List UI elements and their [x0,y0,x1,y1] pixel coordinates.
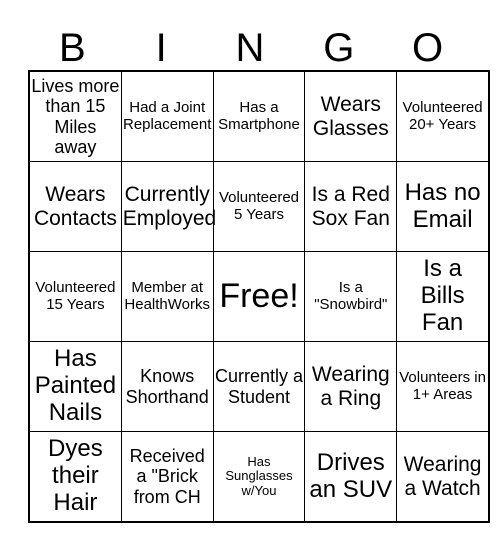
bingo-square-o3[interactable]: Is a Bills Fan [396,251,490,342]
bingo-card: B I N G O Lives more than 15 Miles away … [28,18,490,523]
bingo-header: B I N G O [28,18,472,70]
bingo-square-i2[interactable]: Currently Employed [120,161,216,252]
bingo-grid: Lives more than 15 Miles away Had a Join… [28,70,490,523]
bingo-square-g5[interactable]: Drives an SUV [304,431,398,523]
bingo-square-n2[interactable]: Volunteered 5 Years [212,161,306,252]
bingo-square-g2[interactable]: Is a Red Sox Fan [304,161,398,252]
header-letter-i: I [155,26,167,70]
bingo-square-i3[interactable]: Member at HealthWorks [120,251,214,342]
header-letter-g: G [323,26,355,70]
bingo-square-n1[interactable]: Has a Smartphone [212,70,306,162]
bingo-square-o5[interactable]: Wearing a Watch [396,431,490,523]
header-letter-b: B [59,26,86,70]
bingo-row: Wears Contacts Currently Employed Volunt… [28,161,490,252]
bingo-row: Dyes their Hair Received a "Brick from C… [28,431,490,523]
bingo-square-g1[interactable]: Wears Glasses [304,70,398,162]
bingo-row: Has Painted Nails Knows Shorthand Curren… [28,341,490,432]
bingo-square-i4[interactable]: Knows Shorthand [120,341,214,432]
bingo-square-b3[interactable]: Volunteered 15 Years [28,251,122,342]
bingo-square-b5[interactable]: Dyes their Hair [28,431,122,523]
bingo-square-i5[interactable]: Received a "Brick from CH [120,431,214,523]
bingo-square-b1[interactable]: Lives more than 15 Miles away [28,70,122,162]
bingo-square-b2[interactable]: Wears Contacts [28,161,122,252]
bingo-square-b4[interactable]: Has Painted Nails [28,341,122,432]
bingo-square-n5[interactable]: Has Sunglasses w/You [212,431,306,523]
bingo-row: Lives more than 15 Miles away Had a Join… [28,70,490,162]
header-letter-o: O [412,26,444,70]
bingo-square-o4[interactable]: Volunteers in 1+ Areas [396,341,490,432]
bingo-square-i1[interactable]: Had a Joint Replacement [120,70,214,162]
bingo-square-o2[interactable]: Has no Email [396,161,490,252]
bingo-square-n4[interactable]: Currently a Student [212,341,306,432]
bingo-square-g4[interactable]: Wearing a Ring [304,341,398,432]
bingo-square-free[interactable]: Free! [212,251,306,342]
header-letter-n: N [235,26,265,70]
bingo-row: Volunteered 15 Years Member at HealthWor… [28,251,490,342]
bingo-square-o1[interactable]: Volunteered 20+ Years [396,70,490,162]
bingo-square-g3[interactable]: Is a "Snowbird" [304,251,398,342]
